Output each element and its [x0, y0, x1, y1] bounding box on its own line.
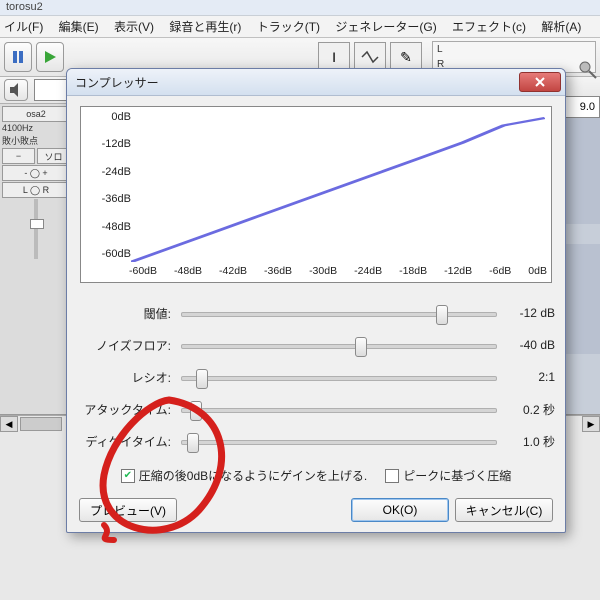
pause-button[interactable] [4, 42, 32, 72]
xtick: -6dB [489, 265, 511, 281]
track-name-dropdown[interactable]: osa2 [2, 106, 70, 122]
xtick: -36dB [264, 265, 292, 281]
speaker-icon[interactable] [4, 79, 28, 101]
cancel-button[interactable]: キャンセル(C) [455, 498, 553, 522]
dialog-buttons: プレビュー(V) OK(O) キャンセル(C) [77, 498, 555, 522]
param-value: -40 dB [501, 338, 555, 352]
param-slider[interactable] [177, 303, 501, 323]
play-button[interactable] [36, 42, 64, 72]
gain-makeup-checkbox[interactable]: ✔ 圧縮の後0dBになるようにゲインを上げる. [121, 467, 367, 484]
v-sliders[interactable] [2, 199, 70, 259]
checkbox-row: ✔ 圧縮の後0dBになるようにゲインを上げる. ピークに基づく圧縮 [77, 467, 555, 484]
menu-view[interactable]: 表示(V) [114, 18, 154, 35]
plot-x-axis: -60dB -48dB -42dB -36dB -30dB -24dB -18d… [129, 265, 547, 281]
checkbox-label: ピークに基づく圧縮 [403, 467, 511, 484]
xtick: -30dB [309, 265, 337, 281]
xtick: -42dB [219, 265, 247, 281]
param-label: ディケイタイム: [77, 433, 177, 450]
param-row: アタックタイム: 0.2 秒 [77, 393, 555, 425]
xtick: 0dB [528, 265, 547, 281]
xtick: -12dB [444, 265, 472, 281]
scroll-thumb[interactable] [20, 417, 62, 431]
ok-button[interactable]: OK(O) [351, 498, 449, 522]
ytick: -60dB [83, 248, 131, 260]
menu-edit[interactable]: 編集(E) [59, 18, 99, 35]
param-slider[interactable] [177, 335, 501, 355]
scroll-left-icon[interactable]: ◀ [0, 416, 18, 432]
param-row: ノイズフロア: -40 dB [77, 329, 555, 361]
preview-button[interactable]: プレビュー(V) [79, 498, 177, 522]
mute-button[interactable]: − [2, 148, 35, 164]
meter-l: L [437, 44, 595, 55]
ytick: -24dB [83, 166, 131, 178]
menubar: イル(F) 編集(E) 表示(V) 録音と再生(r) トラック(T) ジェネレー… [0, 16, 600, 38]
track-panel: osa2 4100Hz 敗小敗点 − ソロ - ◯ + L ◯ R [0, 104, 73, 414]
param-slider[interactable] [177, 431, 501, 451]
xtick: -60dB [129, 265, 157, 281]
ytick: -48dB [83, 221, 131, 233]
scroll-right-icon[interactable]: ▶ [582, 416, 600, 432]
param-row: レシオ: 2:1 [77, 361, 555, 393]
xtick: -24dB [354, 265, 382, 281]
param-label: レシオ: [77, 369, 177, 386]
dialog-titlebar: コンプレッサー [67, 69, 565, 96]
param-row: ディケイタイム: 1.0 秒 [77, 425, 555, 457]
mic-icon[interactable] [578, 60, 598, 80]
close-button[interactable] [519, 72, 561, 92]
checkbox-label: 圧縮の後0dBになるようにゲインを上げる. [139, 467, 367, 484]
plot-area [131, 113, 545, 262]
param-value: 2:1 [501, 370, 555, 384]
track-rate: 4100Hz [2, 123, 70, 133]
menu-tracks[interactable]: トラック(T) [257, 18, 320, 35]
pan-slider[interactable]: L ◯ R [2, 182, 70, 198]
param-label: ノイズフロア: [77, 337, 177, 354]
track-format: 敗小敗点 [2, 134, 70, 147]
menu-analyze[interactable]: 解析(A) [541, 18, 581, 35]
compressor-curve-plot: 0dB -12dB -24dB -36dB -48dB -60dB -60dB … [80, 106, 552, 283]
param-value: -12 dB [501, 306, 555, 320]
xtick: -18dB [399, 265, 427, 281]
menu-transport[interactable]: 録音と再生(r) [169, 18, 241, 35]
peak-checkbox[interactable]: ピークに基づく圧縮 [385, 467, 511, 484]
checkbox-icon: ✔ [121, 469, 135, 483]
param-value: 1.0 秒 [501, 433, 555, 450]
xtick: -48dB [174, 265, 202, 281]
menu-generate[interactable]: ジェネレーター(G) [335, 18, 436, 35]
menu-effect[interactable]: エフェクト(c) [452, 18, 526, 35]
ytick: -36dB [83, 193, 131, 205]
dialog-title: コンプレッサー [75, 74, 159, 91]
compressor-dialog: コンプレッサー 0dB -12dB -24dB -36dB -48dB -60d… [66, 68, 566, 533]
ytick: -12dB [83, 138, 131, 150]
plot-y-axis: 0dB -12dB -24dB -36dB -48dB -60dB [81, 107, 133, 264]
app-title: torosu2 [0, 0, 600, 16]
menu-file[interactable]: イル(F) [4, 18, 43, 35]
param-list: 閾値: -12 dB ノイズフロア: -40 dB レシオ: 2:1 アタックタイム: 0.2… [77, 297, 555, 457]
checkbox-icon [385, 469, 399, 483]
ytick: 0dB [83, 111, 131, 123]
param-label: 閾値: [77, 305, 177, 322]
gain-slider[interactable]: - ◯ + [2, 165, 70, 181]
param-slider[interactable] [177, 399, 501, 419]
param-value: 0.2 秒 [501, 401, 555, 418]
param-row: 閾値: -12 dB [77, 297, 555, 329]
param-slider[interactable] [177, 367, 501, 387]
param-label: アタックタイム: [77, 401, 177, 418]
